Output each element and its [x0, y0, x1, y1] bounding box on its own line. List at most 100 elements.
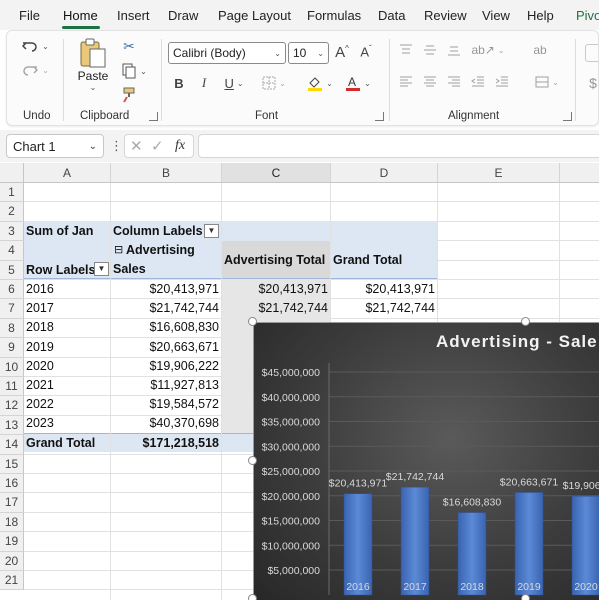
row-header[interactable]: 12: [0, 396, 24, 416]
copy-button[interactable]: ⌄: [117, 61, 151, 81]
align-right-button[interactable]: [445, 73, 463, 91]
align-top-button[interactable]: [397, 41, 415, 59]
tab-formulas[interactable]: Formulas: [307, 8, 361, 23]
pivot-row-label[interactable]: 2023: [26, 414, 54, 433]
row-filter-icon[interactable]: ▼: [94, 262, 109, 276]
pivot-row-label[interactable]: 2021: [26, 376, 54, 395]
pivot-column-labels[interactable]: Column Labels: [113, 222, 203, 241]
column-filter-icon[interactable]: ▼: [204, 224, 219, 238]
row-header[interactable]: 1: [0, 183, 24, 203]
insert-function-button[interactable]: fx: [175, 138, 185, 154]
pivot-row-label[interactable]: 2020: [26, 357, 54, 376]
pivot-sales-value[interactable]: $20,413,971: [113, 280, 219, 299]
chart-resize-handle-left[interactable]: [248, 456, 257, 465]
tab-data[interactable]: Data: [378, 8, 405, 23]
row-header[interactable]: 4: [0, 241, 24, 261]
align-middle-button[interactable]: [421, 41, 439, 59]
pivot-grand-total-header[interactable]: Grand Total: [333, 251, 402, 270]
pivot-row-label[interactable]: 2022: [26, 395, 54, 414]
tab-pivotchart[interactable]: Pivo: [576, 8, 599, 23]
row-header[interactable]: 11: [0, 377, 24, 397]
pivot-sales-value[interactable]: $20,663,671: [113, 338, 219, 357]
row-header[interactable]: 10: [0, 357, 24, 377]
chart-resize-handle-bl[interactable]: [248, 594, 257, 600]
pivot-advertising-total-value[interactable]: $21,742,744: [224, 299, 328, 318]
row-header[interactable]: 16: [0, 474, 24, 494]
pivot-sales-value[interactable]: $21,742,744: [113, 299, 219, 318]
tab-insert[interactable]: Insert: [117, 8, 150, 23]
align-left-button[interactable]: [397, 73, 415, 91]
pivot-sales-value[interactable]: $11,927,813: [113, 376, 219, 395]
format-painter-button[interactable]: [119, 85, 139, 105]
pivot-grand-total-value[interactable]: $20,413,971: [333, 280, 435, 299]
italic-button[interactable]: I: [195, 73, 213, 93]
more-options-icon[interactable]: ⋮: [110, 138, 123, 154]
merge-center-button[interactable]: ⌄: [531, 73, 563, 91]
bold-button[interactable]: B: [170, 73, 188, 93]
row-header[interactable]: 6: [0, 280, 24, 300]
tab-view[interactable]: View: [482, 8, 510, 23]
borders-button[interactable]: ⌄: [259, 73, 289, 93]
cancel-icon[interactable]: ✕: [130, 137, 143, 155]
formula-input[interactable]: [198, 134, 599, 158]
pivot-sales-value[interactable]: $40,370,698: [113, 414, 219, 433]
row-header[interactable]: 17: [0, 493, 24, 513]
grand-total-label[interactable]: Grand Total: [26, 434, 95, 453]
column-header-d[interactable]: D: [331, 163, 438, 183]
grand-total-value[interactable]: $171,218,518: [113, 434, 219, 453]
row-header[interactable]: 21: [0, 571, 24, 591]
pivot-sales-value[interactable]: $19,906,222: [113, 357, 219, 376]
row-header[interactable]: 9: [0, 338, 24, 358]
row-header[interactable]: 14: [0, 435, 24, 455]
column-header-a[interactable]: A: [24, 163, 111, 183]
pivot-row-label[interactable]: 2018: [26, 318, 54, 337]
row-header[interactable]: 3: [0, 221, 24, 242]
number-format-box[interactable]: [583, 43, 598, 63]
chart-resize-handle-tl[interactable]: [248, 317, 257, 326]
name-box[interactable]: Chart 1 ⌄: [6, 134, 104, 158]
pivot-grand-total-value[interactable]: $21,742,744: [333, 299, 435, 318]
tab-home[interactable]: Home: [63, 8, 98, 23]
currency-button[interactable]: $: [585, 73, 598, 93]
select-all-corner[interactable]: [0, 163, 24, 183]
increase-indent-button[interactable]: [493, 73, 511, 91]
decrease-font-button[interactable]: Aˇ: [357, 41, 375, 63]
pivot-chart[interactable]: Advertising - Sale $5,000,000 $10,000,000…: [253, 322, 599, 600]
column-header-c[interactable]: C: [222, 163, 331, 183]
pivot-row-label[interactable]: 2016: [26, 280, 54, 299]
row-header[interactable]: 18: [0, 512, 24, 533]
tab-help[interactable]: Help: [527, 8, 554, 23]
chart-resize-handle-bottom[interactable]: [521, 594, 530, 600]
chart-resize-handle-top[interactable]: [521, 317, 530, 326]
pivot-advertising-total-header[interactable]: Advertising Total: [224, 251, 325, 270]
pivot-row-label[interactable]: 2019: [26, 338, 54, 357]
row-header[interactable]: 2: [0, 202, 24, 222]
enter-icon[interactable]: ✓: [151, 137, 164, 155]
row-header[interactable]: 8: [0, 318, 24, 339]
pivot-row-label[interactable]: 2017: [26, 299, 54, 318]
pivot-row-labels[interactable]: Row Labels: [26, 261, 95, 280]
redo-button[interactable]: ⌄: [19, 59, 51, 81]
column-header-f[interactable]: [560, 163, 599, 183]
wrap-text-button[interactable]: ab: [531, 41, 549, 59]
font-size-select[interactable]: 10 ⌄: [288, 42, 329, 64]
row-header[interactable]: 15: [0, 454, 24, 474]
undo-button[interactable]: ⌄: [19, 35, 51, 57]
tab-draw[interactable]: Draw: [168, 8, 198, 23]
pivot-advertising-header[interactable]: Advertising: [126, 241, 195, 260]
column-header-e[interactable]: E: [438, 163, 560, 183]
pivot-advertising-total-value[interactable]: $20,413,971: [224, 280, 328, 299]
pivot-sales-value[interactable]: $16,608,830: [113, 318, 219, 337]
cut-button[interactable]: ✂: [119, 37, 139, 55]
column-header-b[interactable]: B: [111, 163, 222, 183]
decrease-indent-button[interactable]: [469, 73, 487, 91]
font-color-button[interactable]: A ⌄: [343, 73, 373, 93]
tab-page-layout[interactable]: Page Layout: [218, 8, 291, 23]
clipboard-launcher-icon[interactable]: [149, 112, 158, 121]
row-header[interactable]: 20: [0, 551, 24, 571]
row-header[interactable]: 5: [0, 260, 24, 280]
tab-review[interactable]: Review: [424, 8, 467, 23]
collapse-icon[interactable]: ⊟: [114, 241, 123, 260]
increase-font-button[interactable]: A^: [333, 41, 351, 63]
underline-button[interactable]: U ⌄: [219, 73, 249, 93]
